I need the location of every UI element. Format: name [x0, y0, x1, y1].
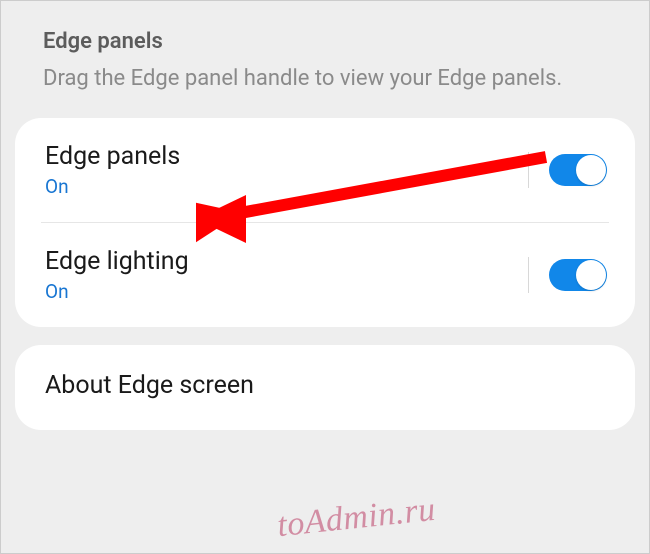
watermark-text: toAdmin.ru [275, 491, 437, 545]
toggle-thumb [576, 260, 606, 290]
toggle-divider [528, 257, 529, 293]
setting-edge-panels[interactable]: Edge panels On [15, 118, 635, 222]
toggle-wrap [528, 152, 607, 188]
toggle-thumb [576, 155, 606, 185]
toggle-wrap [528, 257, 607, 293]
header-subtitle: Drag the Edge panel handle to view your … [43, 64, 607, 94]
toggle-divider [528, 152, 529, 188]
setting-text-block: Edge panels On [45, 142, 180, 198]
setting-about-edge-screen[interactable]: About Edge screen [15, 345, 635, 430]
header-title: Edge panels [43, 29, 607, 54]
toggle-edge-panels[interactable] [549, 154, 607, 186]
setting-edge-lighting[interactable]: Edge lighting On [15, 223, 635, 327]
setting-title: Edge panels [45, 142, 180, 171]
setting-title: Edge lighting [45, 247, 189, 276]
settings-card-main: Edge panels On Edge lighting On [15, 118, 635, 327]
toggle-edge-lighting[interactable] [549, 259, 607, 291]
setting-text-block: Edge lighting On [45, 247, 189, 303]
setting-status: On [45, 280, 189, 303]
settings-card-about: About Edge screen [15, 345, 635, 430]
setting-status: On [45, 175, 180, 198]
settings-header: Edge panels Drag the Edge panel handle t… [1, 1, 649, 118]
